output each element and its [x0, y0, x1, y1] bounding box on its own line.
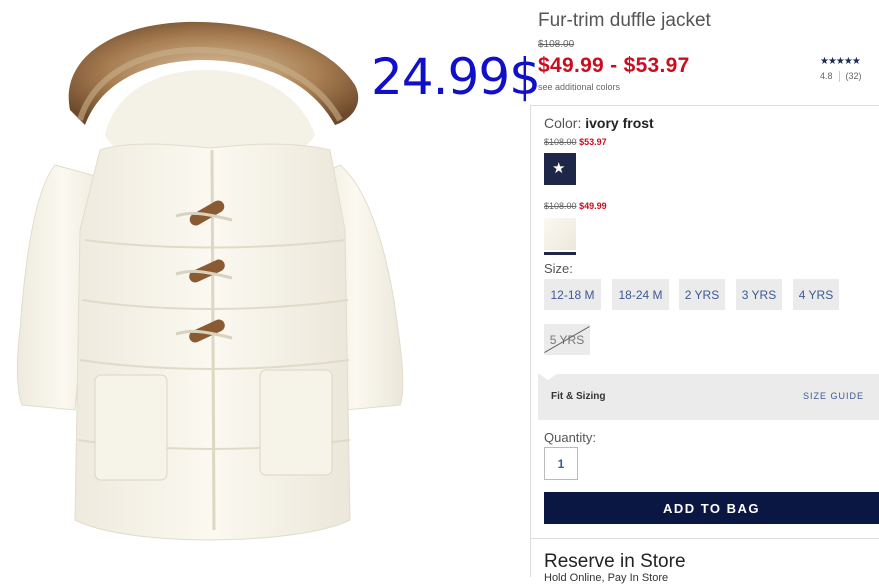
product-image[interactable]	[0, 0, 430, 576]
rating-divider	[838, 71, 840, 82]
swatch-orig-price: $108.00	[544, 137, 577, 147]
size-label: Size:	[544, 261, 573, 276]
swatch-sale-price: $49.99	[579, 201, 607, 211]
selected-color-name: ivory frost	[585, 115, 654, 131]
add-to-bag-button[interactable]: ADD TO BAG	[544, 492, 879, 524]
section-divider	[530, 538, 879, 539]
fit-bar-notch	[538, 373, 558, 380]
product-title: Fur-trim duffle jacket	[538, 10, 711, 31]
quantity-input[interactable]: 1	[544, 447, 578, 480]
star-rating-icon: ★★★★★	[820, 56, 861, 67]
handwritten-price-overlay: 24.99$	[371, 48, 541, 106]
rating[interactable]: ★★★★★ 4.8 (32)	[820, 56, 879, 82]
swatch-price-navy: $108.00 $53.97	[544, 137, 607, 147]
selected-swatch-indicator	[544, 252, 576, 255]
fit-sizing-label: Fit & Sizing	[551, 391, 606, 402]
size-option-2yrs[interactable]: 2 YRS	[679, 279, 725, 310]
size-option-18-24m[interactable]: 18-24 M	[612, 279, 669, 310]
size-option-3yrs[interactable]: 3 YRS	[736, 279, 782, 310]
swatch-sale-price: $53.97	[579, 137, 607, 147]
swatch-orig-price: $108.00	[544, 201, 577, 211]
review-count[interactable]: (32)	[846, 71, 862, 82]
see-additional-colors-link[interactable]: see additional colors	[538, 82, 620, 92]
color-label-text: Color:	[544, 115, 582, 131]
sale-price: $49.99 - $53.97	[538, 54, 690, 77]
color-swatch-ivory-frost[interactable]	[544, 218, 576, 250]
coat-illustration	[16, 21, 404, 541]
size-option-4yrs[interactable]: 4 YRS	[793, 279, 839, 310]
quantity-label: Quantity:	[544, 430, 597, 445]
reserve-in-store-title: Reserve in Store	[544, 551, 686, 572]
size-guide-link[interactable]: SIZE GUIDE	[803, 391, 864, 401]
rating-score: 4.8	[820, 71, 833, 81]
color-swatch-navy[interactable]: ★	[544, 153, 576, 185]
size-option-5yrs-unavailable[interactable]: 5 YRS	[544, 324, 590, 355]
original-price: $108.00	[538, 39, 575, 50]
reserve-in-store-subtitle: Hold Online, Pay In Store	[544, 572, 669, 584]
size-option-12-18m[interactable]: 12-18 M	[544, 279, 601, 310]
star-icon: ★	[552, 160, 566, 177]
swatch-price-ivory: $108.00 $49.99	[544, 201, 607, 211]
color-label: Color: ivory frost	[544, 115, 654, 131]
